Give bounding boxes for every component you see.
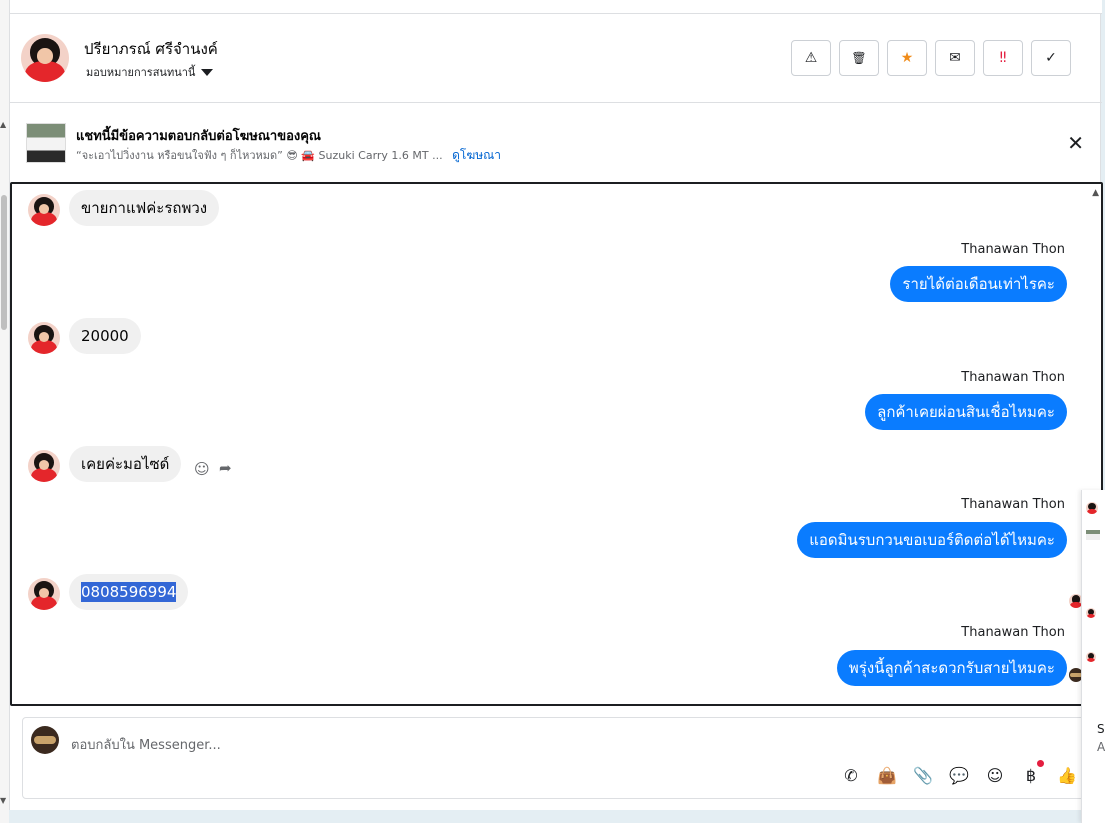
selected-phone-number[interactable]: 0808596994 (81, 582, 177, 602)
outgoing-message[interactable]: แอดมินรบกวนขอเบอร์ติดต่อได้ไหมคะ (797, 522, 1067, 558)
top-divider (10, 0, 1102, 14)
incoming-message[interactable]: 20000 (69, 318, 141, 354)
conversation-panel: ปรียาภรณ์ ศรีจำนงค์ มอบหมายการสนทนานี้ ⚠… (9, 0, 1103, 810)
side-panel-text: A (1097, 740, 1105, 754)
chevron-down-icon (201, 68, 214, 76)
side-avatar[interactable] (1086, 608, 1096, 618)
sender-name: Thanawan Thon (961, 497, 1065, 512)
contact-avatar (28, 578, 60, 610)
delete-button[interactable]: 🗑 (839, 40, 879, 76)
shopping-bag-icon[interactable]: 👜 (876, 764, 898, 786)
message-thread[interactable]: ▲ ขายกาแฟค่ะรถพวง Thanawan Thon รายได้ต่… (10, 182, 1103, 706)
contact-avatar[interactable] (21, 34, 69, 82)
report-spam-icon: ⚠ (804, 50, 818, 66)
ad-text-snippet: “จะเอาไปวิ่งงาน หรือขนใจฟัง ๆ ก็ไหวหมด” … (76, 149, 443, 162)
outgoing-message[interactable]: รายได้ต่อเดือนเท่าไรคะ (890, 266, 1067, 302)
ad-banner-subtitle: “จะเอาไปวิ่งงาน หรือขนใจฟัง ๆ ก็ไหวหมด” … (76, 146, 501, 165)
side-conversation-list[interactable]: S A (1081, 490, 1105, 823)
report-spam-button[interactable]: ⚠ (791, 40, 831, 76)
left-scrollbar[interactable]: ▲ ▼ (0, 0, 9, 823)
reply-input[interactable]: ตอบกลับใน Messenger... (71, 734, 221, 755)
side-panel-text: S (1097, 722, 1105, 736)
trash-icon: 🗑 (851, 51, 867, 65)
sender-name: Thanawan Thon (961, 370, 1065, 385)
mark-unread-icon: ✉ (949, 50, 961, 66)
reply-composer[interactable]: ตอบกลับใน Messenger... ✆ 👜 📎 💬 ☺ ฿ 👍 (22, 717, 1087, 799)
thread-scroll-up-icon[interactable]: ▲ (1092, 188, 1099, 198)
assign-conversation-dropdown[interactable]: มอบหมายการสนทนานี้ (86, 63, 214, 81)
ad-banner-title: แชทนี้มีข้อความตอบกลับต่อโฆษณาของคุณ (76, 129, 321, 144)
attachment-icon[interactable]: 📎 (912, 764, 934, 786)
scroll-up-arrow-icon[interactable]: ▲ (0, 120, 6, 129)
ad-thumbnail[interactable] (26, 123, 66, 163)
side-ad-thumb[interactable] (1086, 530, 1100, 540)
composer-toolbar: ✆ 👜 📎 💬 ☺ ฿ 👍 (840, 760, 1078, 786)
contact-name[interactable]: ปรียาภรณ์ ศรีจำนงค์ (84, 37, 218, 61)
incoming-message[interactable]: 0808596994 (69, 574, 189, 610)
page-avatar (31, 726, 59, 754)
follow-up-button[interactable]: ‼ (983, 40, 1023, 76)
outgoing-message[interactable]: ลูกค้าเคยผ่อนสินเชื่อไหมคะ (865, 394, 1067, 430)
checkmark-icon: ✓ (1045, 50, 1057, 66)
incoming-message[interactable]: เคยค่ะมอไซด์ (69, 446, 182, 482)
notification-dot (1037, 760, 1044, 767)
contact-avatar (28, 450, 60, 482)
assign-label: มอบหมายการสนทนานี้ (86, 66, 196, 79)
view-ad-link[interactable]: ดูโฆษณา (452, 148, 501, 162)
add-call-icon[interactable]: ✆ (840, 764, 862, 786)
page: ▲ ▼ ปรียาภรณ์ ศรีจำนงค์ มอบหมายการสนทนาน… (0, 0, 1105, 823)
incoming-message[interactable]: ขายกาแฟค่ะรถพวง (69, 190, 220, 226)
ad-reply-banner: แชทนี้มีข้อความตอบกลับต่อโฆษณาของคุณ “จะ… (10, 103, 1102, 181)
react-emoji-icon[interactable]: ☺ (194, 460, 210, 478)
side-avatar[interactable] (1086, 652, 1096, 662)
close-icon[interactable]: ✕ (1067, 131, 1084, 155)
contact-avatar (28, 322, 60, 354)
sender-name: Thanawan Thon (961, 242, 1065, 257)
reply-arrow-icon[interactable]: ➦ (219, 459, 232, 477)
side-avatar[interactable] (1086, 502, 1098, 514)
emoji-icon[interactable]: ☺ (984, 764, 1006, 786)
contact-avatar (28, 194, 60, 226)
baht-glyph: ฿ (1025, 765, 1037, 785)
payment-baht-icon[interactable]: ฿ (1020, 760, 1044, 786)
sender-name: Thanawan Thon (961, 625, 1065, 640)
mark-done-button[interactable]: ✓ (1031, 40, 1071, 76)
scrollbar-thumb[interactable] (1, 195, 7, 330)
scroll-down-arrow-icon[interactable]: ▼ (0, 796, 6, 805)
star-icon: ★ (900, 50, 914, 66)
mark-unread-button[interactable]: ✉ (935, 40, 975, 76)
conversation-header: ปรียาภรณ์ ศรีจำนงค์ มอบหมายการสนทนานี้ ⚠… (10, 14, 1102, 103)
like-icon[interactable]: 👍 (1056, 764, 1078, 786)
saved-reply-icon[interactable]: 💬 (948, 764, 970, 786)
star-button[interactable]: ★ (887, 40, 927, 76)
outgoing-message[interactable]: พรุ่งนี้ลูกค้าสะดวกรับสายไหมคะ (836, 650, 1067, 686)
follow-up-icon: ‼ (999, 50, 1007, 66)
